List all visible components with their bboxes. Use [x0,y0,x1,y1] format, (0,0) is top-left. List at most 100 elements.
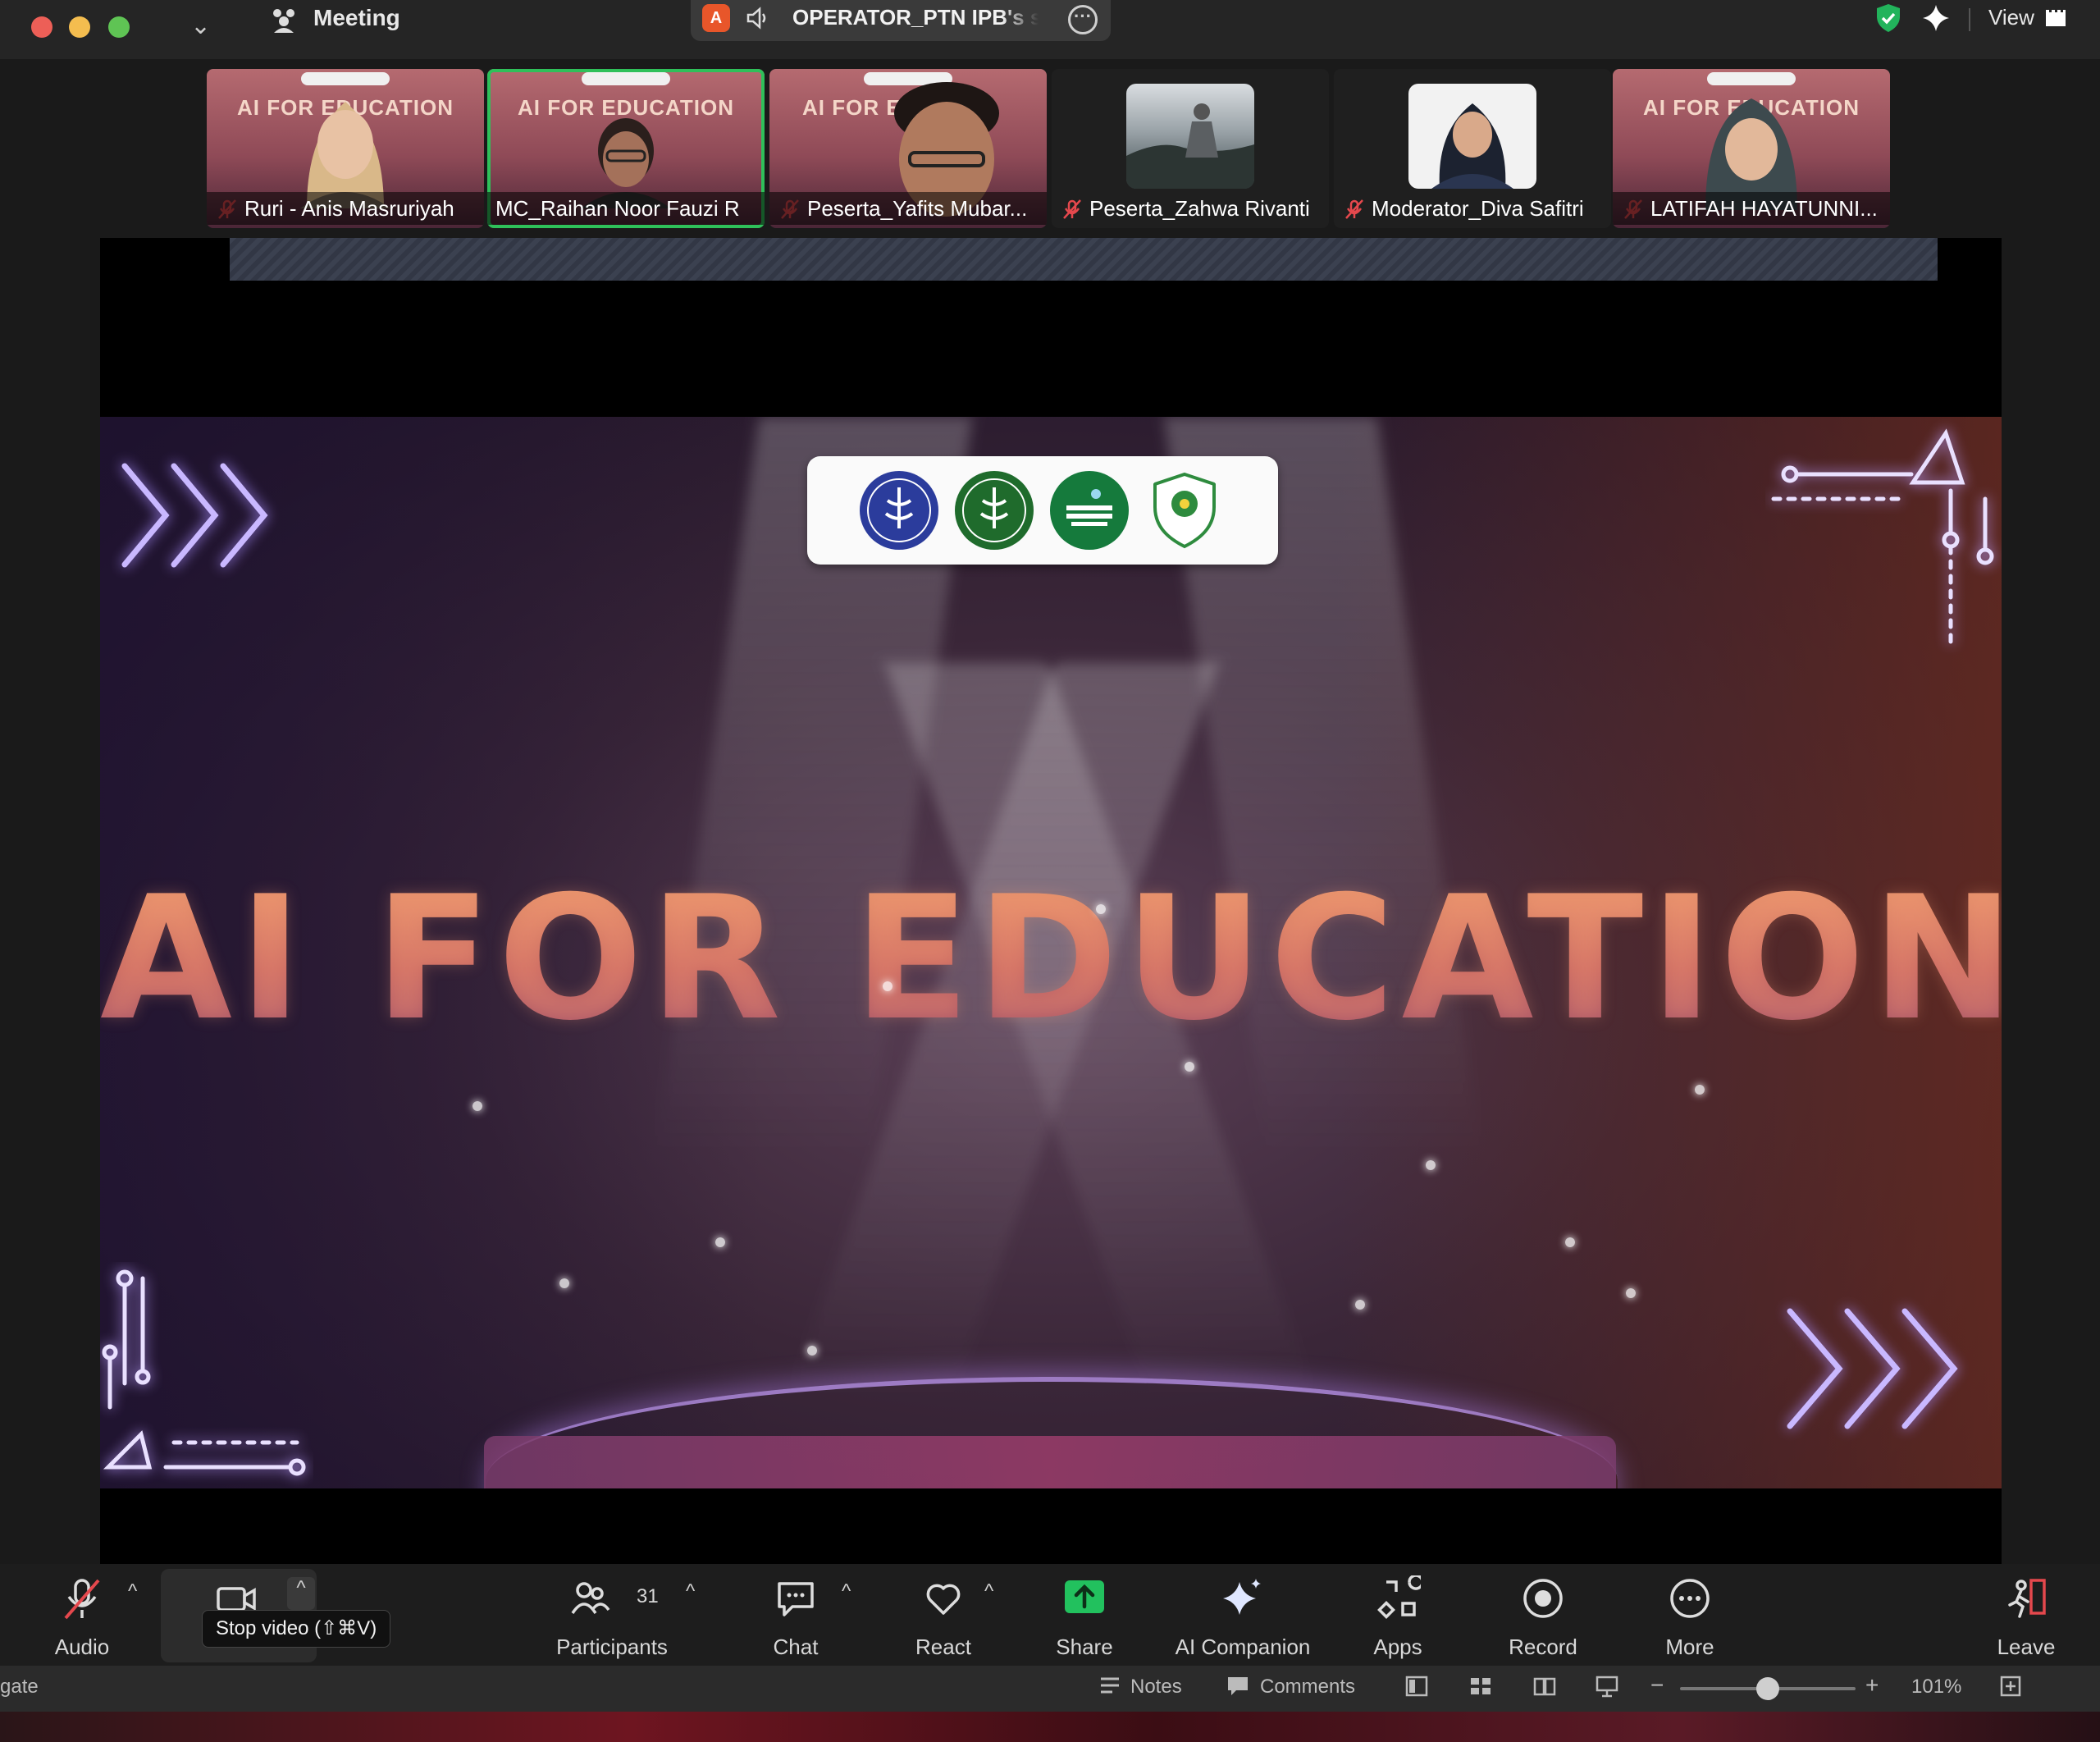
view-button[interactable]: View [1988,5,2034,30]
stage-platform-base [484,1436,1616,1488]
participant-profile-photo [1126,84,1254,189]
zoom-level[interactable]: 101% [1911,1676,1961,1699]
neon-circuit-icon [102,1269,306,1476]
shield-check-icon[interactable] [1872,2,1905,34]
audio-button[interactable]: Audio [33,1571,131,1661]
chat-options-caret-icon[interactable]: ^ [842,1580,851,1603]
sparkle-dot [1695,1085,1705,1095]
university-seal-logo [860,471,938,550]
notes-button[interactable]: Notes [1130,1676,1182,1699]
slideshow-icon[interactable] [1595,1674,1619,1699]
ai-companion-button[interactable]: AI Companion [1165,1571,1321,1661]
sparkle-dot [1355,1300,1365,1310]
record-icon [1523,1579,1563,1618]
participant-video-face [300,102,390,208]
react-button[interactable]: React [902,1571,984,1661]
participants-label: Participants [556,1635,668,1659]
more-label: More [1665,1635,1714,1659]
react-label: React [915,1635,971,1659]
zoom-in-icon[interactable]: + [1865,1672,1879,1699]
participant-strip: AI FOR EDUCATION Ruri - Anis Masruriyah … [203,69,1956,230]
screen-share-indicator[interactable]: A OPERATOR_PTN IPB's sc ··· [691,0,1111,41]
participant-name: Peserta_Zahwa Rivanti [1089,196,1310,221]
chevron-down-icon[interactable]: ⌄ [190,11,211,40]
desktop-background [0,1712,2100,1742]
participant-tile[interactable]: AI FOR EDU Peserta_Yafits Mubar... [769,69,1047,228]
more-button[interactable]: More [1649,1571,1731,1661]
comments-button[interactable]: Comments [1260,1676,1355,1699]
share-screen-button[interactable]: Share [1043,1571,1125,1661]
participant-name: MC_Raihan Noor Fauzi R [487,192,765,225]
sparkle-dot [807,1346,817,1356]
record-button[interactable]: Record [1498,1571,1588,1661]
shared-screen[interactable]: AI FOR EDUCATION [100,238,2002,1564]
shared-screen-top-band [230,238,1938,281]
participant-tile-active-speaker[interactable]: AI FOR EDUCATION MC_Raihan Noor Fauzi R [487,69,765,228]
zoom-slider[interactable] [1680,1677,1856,1700]
sparkle-dot [883,981,892,991]
audio-label: Audio [54,1635,110,1659]
titlebar-divider [1969,8,1970,31]
participant-tile[interactable]: AI FOR EDUCATION LATIFAH HAYATUNNI... [1613,69,1890,228]
apps-icon [1377,1575,1421,1619]
participant-profile-photo [1408,84,1536,189]
student-association-shield-logo [1153,472,1216,549]
more-options-icon[interactable]: ··· [1068,5,1098,34]
slide-title: AI FOR EDUCATION [100,860,2002,1058]
heart-icon [926,1584,961,1615]
slide-sorter-icon[interactable] [1468,1674,1493,1699]
apps-label: Apps [1373,1635,1422,1659]
participants-button[interactable]: 31 Participants [545,1571,679,1661]
sparkle-dot [472,1101,482,1111]
ai-sparkle-icon [1223,1579,1261,1615]
more-options-icon [1670,1579,1710,1618]
status-left-text: gate [0,1676,39,1698]
leave-door-icon [2008,1579,2046,1618]
ai-companion-label: AI Companion [1175,1635,1311,1659]
presentation-slide: AI FOR EDUCATION [100,417,2002,1488]
zoom-slider-knob[interactable] [1756,1677,1779,1700]
chat-bubble-icon [778,1582,814,1616]
video-tooltip: Stop video (⇧⌘V) [202,1610,391,1648]
participant-tile[interactable]: Moderator_Diva Safitri [1334,69,1611,228]
neon-circuit-icon [1771,428,1994,647]
zoom-out-icon[interactable]: − [1650,1672,1664,1699]
sparkle-dot [1096,904,1106,914]
record-label: Record [1509,1635,1577,1659]
audio-options-caret-icon[interactable]: ^ [128,1580,137,1603]
minimize-window-button[interactable] [69,16,90,38]
video-options-caret-icon[interactable]: ^ [287,1577,315,1610]
participant-tile[interactable]: Peserta_Zahwa Rivanti [1052,69,1329,228]
fit-to-window-icon[interactable] [1998,1674,2023,1699]
normal-view-icon[interactable] [1404,1674,1429,1699]
faculty-seal-logo [955,471,1034,550]
share-title: OPERATOR_PTN IPB's sc [792,5,1039,30]
participants-options-caret-icon[interactable]: ^ [686,1580,695,1603]
sparkle-dot [715,1237,725,1247]
sparkle-dot [1626,1288,1636,1298]
share-screen-icon [1065,1580,1104,1613]
close-window-button[interactable] [31,16,52,38]
speaker-icon [746,7,766,30]
neon-arrows-icon [121,463,268,568]
chat-button[interactable]: Chat [755,1571,837,1661]
apps-button[interactable]: Apps [1357,1571,1439,1661]
participant-name: Moderator_Diva Safitri [1372,196,1584,221]
meeting-title[interactable]: Meeting [313,5,400,31]
reading-view-icon[interactable] [1532,1674,1557,1699]
event-brand-logos [1707,72,1796,85]
comments-icon [1228,1677,1248,1695]
fullscreen-window-button[interactable] [108,16,130,38]
leave-button[interactable]: Leave [1985,1571,2067,1661]
participant-tile[interactable]: AI FOR EDUCATION Ruri - Anis Masruriyah [207,69,484,228]
sharer-avatar-badge: A [702,4,730,32]
title-bar: ⌄ Meeting A OPERATOR_PTN IPB's sc ··· Vi… [0,0,2100,59]
participants-count: 31 [637,1585,659,1607]
sparkle-dot [1426,1160,1436,1170]
event-brand-logos [582,72,670,85]
react-options-caret-icon[interactable]: ^ [984,1580,993,1603]
sparkle-dot [1565,1237,1575,1247]
grid-view-icon[interactable] [2043,5,2069,31]
ai-sparkle-icon[interactable] [1920,2,1952,34]
neon-arrows-icon [1787,1308,1958,1429]
